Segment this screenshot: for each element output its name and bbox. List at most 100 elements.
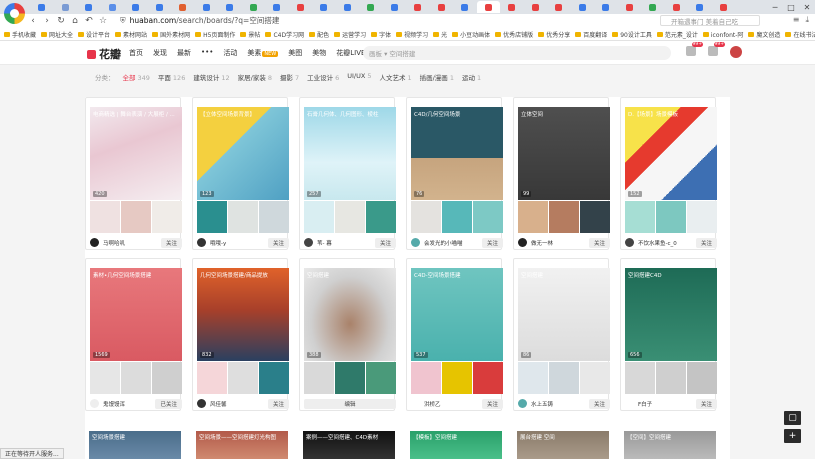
browser-tab[interactable] [265,1,289,13]
feedback-icon[interactable]: ▢ [784,411,801,425]
board-thumbnails[interactable] [518,201,610,233]
browser-tab[interactable] [171,1,195,13]
browser-tab[interactable] [124,1,148,13]
filter-item[interactable]: 人文艺术 1 [379,72,411,82]
browser-tab[interactable] [336,1,360,13]
owner-avatar[interactable] [90,238,99,247]
bookmark-item[interactable]: 国外素材网 [152,30,190,39]
close-window-button[interactable]: ✕ [799,0,815,14]
bookmark-item[interactable]: 字体 [371,30,391,39]
bookmark-item[interactable]: 优秀分享 [538,30,570,39]
browser-tab[interactable] [312,1,336,13]
site-nav-item[interactable]: 发现 [153,48,167,58]
board-card-partial[interactable]: 案例——空间搭建、C4D素材 [303,431,395,459]
notification-icon[interactable]: 99+ [686,42,703,56]
board-cover[interactable]: C4D/几何空间场景 76 [411,107,503,200]
filter-item[interactable]: 工业设计 6 [307,72,339,82]
owner-name[interactable]: 不饮水果鱼-c_0 [638,239,696,247]
board-cover[interactable]: D.【场景】场景模板 152 [625,107,717,200]
board-card[interactable]: C4D/几何空间场景 76 会发光的小喵喵 关注 [406,97,503,250]
browser-tab[interactable] [500,1,524,13]
filter-item[interactable]: 插画/漫画 1 [420,72,454,82]
board-card[interactable]: 空间搭建 388 编辑 [299,258,396,411]
follow-button[interactable]: 关注 [695,237,717,248]
browser-tab[interactable] [148,1,172,13]
bookmark-item[interactable]: 景帖 [240,30,260,39]
owner-name[interactable]: 哦哦-y [210,239,268,247]
add-icon[interactable]: + [784,429,801,443]
board-card-partial[interactable]: 【空间】空间搭建 [624,431,716,459]
browser-tab[interactable] [430,1,454,13]
browser-tab[interactable] [712,1,736,13]
board-thumbnails[interactable] [304,362,396,394]
follow-button[interactable]: 关注 [588,237,610,248]
filter-item[interactable]: 平面 126 [158,72,185,82]
message-icon[interactable]: 99+ [708,42,725,56]
board-cover[interactable]: 【立体空间场景背景】 123 [197,107,289,200]
follow-button[interactable]: 关注 [588,398,610,409]
board-cover[interactable]: 电商精选 | 舞台表演 / 大展柜 / ... 420 [90,107,182,200]
board-thumbnails[interactable] [90,362,182,394]
browser-logo-icon[interactable] [4,3,25,24]
bookmark-item[interactable]: 素材网站 [115,30,147,39]
board-card[interactable]: D.【场景】场景模板 152 不饮水果鱼-c_0 关注 [620,97,717,250]
board-thumbnails[interactable] [625,362,717,394]
owner-name[interactable]: 会发光的小喵喵 [424,239,482,247]
home-icon[interactable]: ⌂ [68,16,82,26]
bookmark-star-icon[interactable]: ☆ [96,16,110,26]
site-nav-item[interactable]: 美素 NEW [247,48,279,58]
back-icon[interactable]: ‹ [26,16,40,26]
browser-tab[interactable] [359,1,383,13]
board-thumbnails[interactable] [625,201,717,233]
filter-item[interactable]: 全部 349 [123,72,150,82]
owner-name[interactable]: 水上五铸 [531,400,589,408]
board-card[interactable]: 空间搭建 86 水上五铸 关注 [513,258,610,411]
board-thumbnails[interactable] [518,362,610,394]
browser-tab[interactable] [383,1,407,13]
site-nav-item[interactable]: 花瓣LIVE [336,48,365,58]
bookmark-item[interactable]: 网址大全 [41,30,73,39]
owner-avatar[interactable] [411,399,420,408]
board-card-partial[interactable]: 空间场景搭建 [89,431,181,459]
owner-avatar[interactable] [90,399,99,408]
board-card[interactable]: C4D-空间场景搭建 537 洪桥乙 关注 [406,258,503,411]
bookmark-item[interactable]: 优秀店铺版 [495,30,533,39]
bookmark-item[interactable]: 光 [433,30,447,39]
browser-tab[interactable] [242,1,266,13]
board-card-partial[interactable]: 展台搭建 空间 [517,431,609,459]
owner-avatar[interactable] [304,238,313,247]
owner-name[interactable]: 风佳馨 [210,400,268,408]
edit-button[interactable]: 编辑 [304,398,396,409]
site-nav-item[interactable]: ••• [201,48,213,58]
board-thumbnails[interactable] [411,201,503,233]
board-cover[interactable]: 立体空间 99 [518,107,610,200]
bookmark-item[interactable]: 手机收藏 [4,30,36,39]
bookmark-item[interactable]: 配色 [309,30,329,39]
browser-tab[interactable] [30,1,54,13]
browser-tab[interactable] [54,1,78,13]
board-thumbnails[interactable] [304,201,396,233]
owner-name[interactable]: 做无一林 [531,239,589,247]
site-nav-item[interactable]: 首页 [129,48,143,58]
menu-icon[interactable]: ≡ [793,15,800,25]
filter-item[interactable]: 建筑设计 12 [193,72,229,82]
owner-name[interactable]: 马啊哈叽 [103,239,161,247]
browser-tab[interactable] [547,1,571,13]
follow-button[interactable]: 关注 [481,237,503,248]
follow-button[interactable]: 关注 [267,237,289,248]
browser-search-box[interactable]: 开箱遇事门 美着自己吃 [660,15,760,26]
bookmark-item[interactable]: C4D学习网 [265,30,304,39]
url-field[interactable]: ⛨ huaban.com/search/boards/?q=空间搭建 [120,15,620,26]
maximize-button[interactable]: □ [783,0,799,14]
board-card[interactable]: 素材•几何空间场景搭建 1569 鬼馒馒浑 已关注 [85,258,182,411]
browser-tab[interactable] [571,1,595,13]
bookmark-item[interactable]: 在线书法字 [785,30,815,39]
owner-avatar[interactable] [625,238,634,247]
site-nav-item[interactable]: 最新 [177,48,191,58]
site-nav-item[interactable]: 美物 [312,48,326,58]
board-cover[interactable]: 空间搭建 388 [304,268,396,361]
follow-button[interactable]: 已关注 [155,398,182,409]
owner-avatar[interactable] [625,399,634,408]
bookmark-item[interactable]: 设计平台 [78,30,110,39]
owner-avatar[interactable] [197,238,206,247]
